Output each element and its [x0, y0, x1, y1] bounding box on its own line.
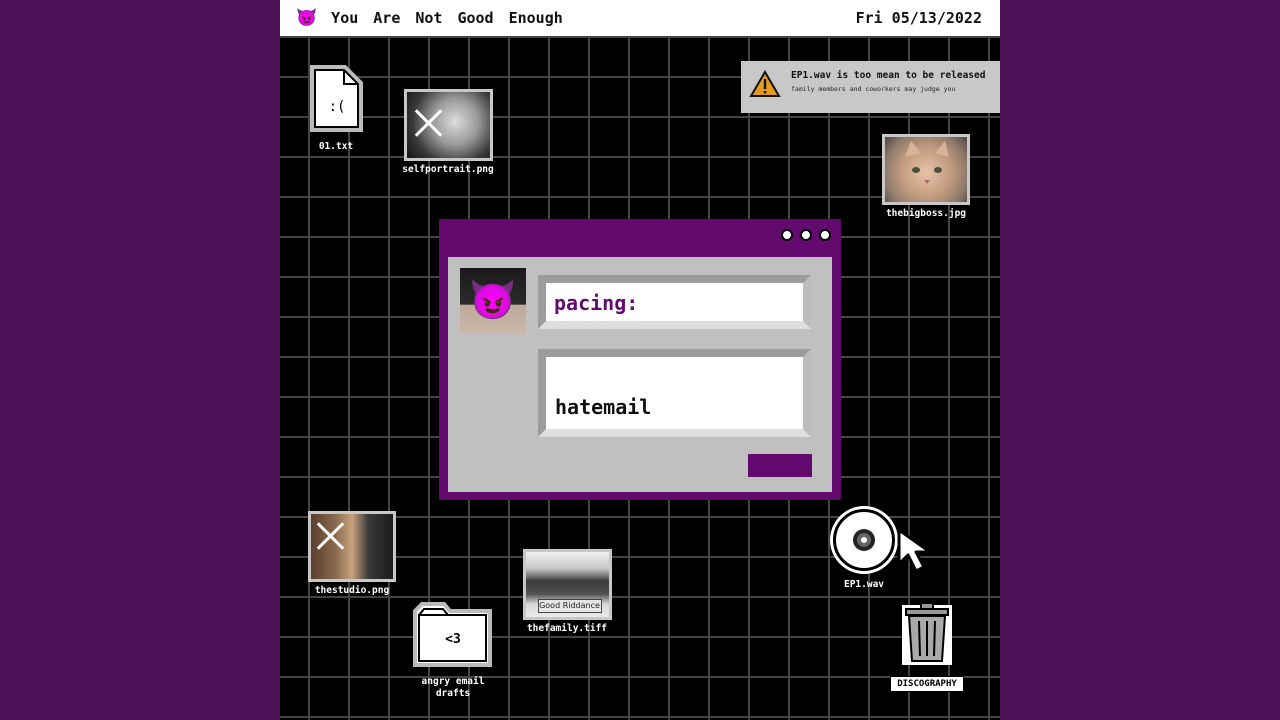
menu-item-enough[interactable]: Enough	[509, 9, 563, 27]
folder-icon: <3	[413, 602, 492, 667]
desktop-icon-angry-email-drafts[interactable]: <3 angry email drafts	[403, 601, 503, 700]
desktop-icon-01-txt[interactable]: :( 01.txt	[306, 64, 366, 153]
trash-label: DISCOGRAPHY	[890, 676, 964, 692]
icon-label: thefamily.tiff	[526, 623, 608, 634]
x-mark-icon	[413, 107, 445, 139]
menu-item-not[interactable]: Not	[415, 9, 442, 27]
menu-bar: 😈 You Are Not Good Enough Fri 05/13/2022	[280, 0, 1000, 36]
icon-label: thebigboss.jpg	[885, 208, 967, 219]
menu-item-good[interactable]: Good	[457, 9, 493, 27]
text-file-icon: :(	[310, 65, 363, 132]
cat-face-icon	[905, 141, 949, 184]
notification-title: EP1.wav is too mean to be released	[791, 70, 986, 81]
devil-logo-icon[interactable]: 😈	[296, 9, 317, 27]
window-button-icon[interactable]	[800, 229, 812, 241]
menu-item-are[interactable]: Are	[373, 9, 400, 27]
pacing-text: pacing:	[554, 291, 639, 315]
desktop-icon-thefamily[interactable]: Good Riddance thefamily.tiff	[512, 549, 622, 635]
icon-label: selfportrait.png	[402, 164, 494, 175]
icon-label: EP1.wav	[843, 579, 885, 590]
desktop-icon-thebigboss[interactable]: thebigboss.jpg	[871, 134, 981, 220]
menu-item-you[interactable]: You	[331, 9, 358, 27]
good-riddance-sign: Good Riddance	[537, 599, 602, 613]
folder-face-text: <3	[445, 632, 461, 647]
desktop-icon-thestudio[interactable]: thestudio.png	[297, 511, 407, 597]
warning-icon	[749, 70, 781, 97]
icon-label: thestudio.png	[314, 585, 390, 596]
window-controls	[781, 229, 831, 241]
window-button-icon[interactable]	[781, 229, 793, 241]
dialog-window[interactable]: 😈 pacing: hatemail	[439, 219, 841, 500]
menu-clock: Fri 05/13/2022	[855, 9, 982, 27]
icon-label: 01.txt	[318, 141, 354, 152]
selfportrait-thumbnail	[403, 89, 493, 161]
desktop-icon-selfportrait[interactable]: selfportrait.png	[393, 89, 503, 176]
submit-button[interactable]	[748, 454, 812, 477]
notification-subtitle: family members and coworkers may judge y…	[791, 85, 956, 93]
icon-label-line: drafts	[435, 688, 471, 699]
thebigboss-thumbnail	[882, 134, 970, 205]
pacing-field[interactable]: pacing:	[538, 275, 811, 329]
x-mark-icon	[315, 520, 347, 552]
window-button-icon[interactable]	[819, 229, 831, 241]
avatar: 😈	[460, 268, 526, 334]
icon-label-line: angry email	[421, 676, 485, 687]
audio-disc-icon	[833, 509, 895, 571]
devil-avatar-icon: 😈	[469, 278, 517, 322]
icon-label: angry email drafts	[403, 676, 503, 700]
thestudio-thumbnail	[308, 511, 396, 582]
trash-can-icon	[902, 602, 952, 665]
message-text: hatemail	[555, 395, 652, 419]
mouse-cursor-icon	[897, 528, 932, 573]
thefamily-thumbnail: Good Riddance	[522, 549, 612, 620]
file-face-text: :(	[329, 99, 346, 115]
desktop: 😈 You Are Not Good Enough Fri 05/13/2022…	[280, 0, 1000, 720]
desktop-icon-ep1-wav[interactable]: EP1.wav	[824, 509, 904, 591]
notification-toast[interactable]: EP1.wav is too mean to be released famil…	[741, 61, 1000, 113]
message-field[interactable]: hatemail	[538, 349, 811, 437]
desktop-icon-discography-trash[interactable]: DISCOGRAPHY	[888, 599, 966, 692]
dialog-body: 😈 pacing: hatemail	[448, 257, 832, 492]
